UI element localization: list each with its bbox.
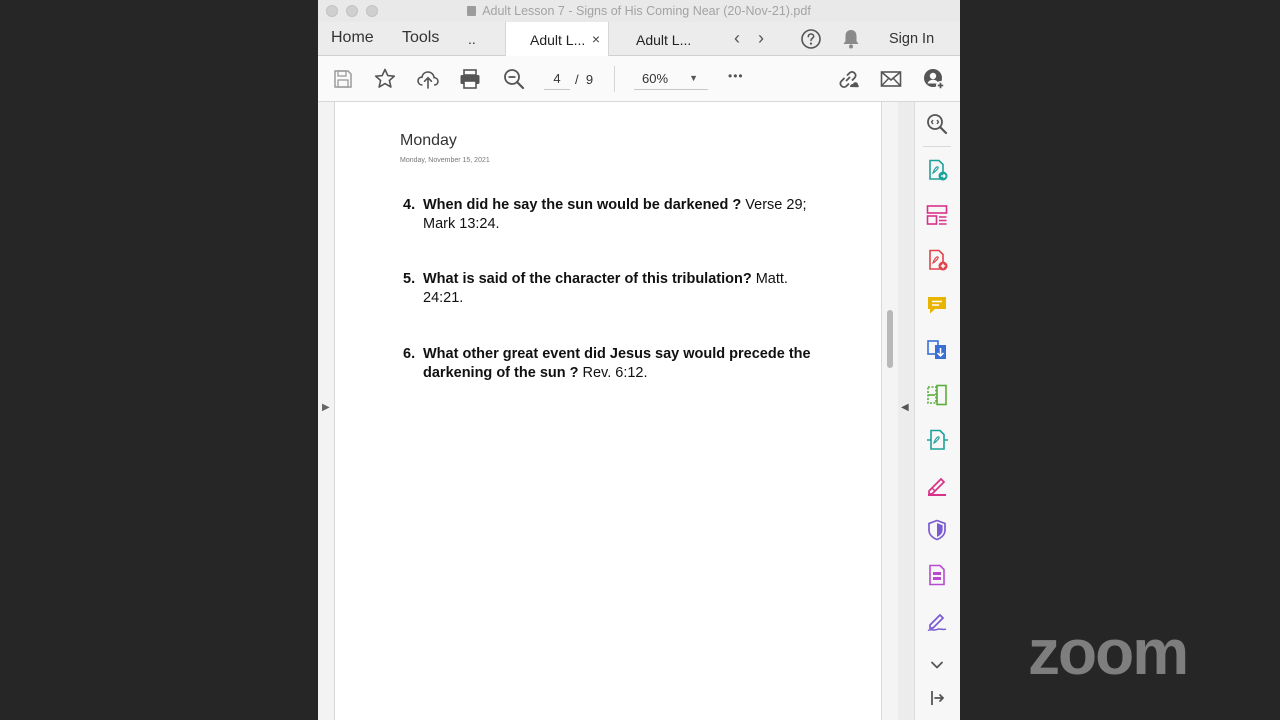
expand-left-pane-icon[interactable]: ▶	[322, 402, 330, 413]
left-panel-toggle[interactable]: ▶	[318, 102, 335, 720]
title-bar: Adult Lesson 7 - Signs of His Coming Nea…	[318, 0, 960, 22]
question-item: 5. What is said of the character of this…	[403, 270, 823, 308]
tools-tab[interactable]: Tools	[402, 29, 439, 47]
email-icon[interactable]	[879, 67, 903, 91]
question-item: 6. What other great event did Jesus say …	[403, 345, 823, 383]
document-tab-active[interactable]: Adult L... ×	[505, 22, 609, 56]
pdf-file-icon	[467, 6, 477, 16]
edit-pdf-icon[interactable]	[925, 428, 949, 452]
page-count: / 9	[575, 72, 593, 87]
organize-pages-icon[interactable]	[925, 203, 949, 227]
previous-tab-icon[interactable]: ‹	[734, 28, 740, 49]
vertical-scrollbar[interactable]	[881, 102, 898, 720]
zoom-out-icon[interactable]	[502, 67, 526, 91]
bookmark-star-icon[interactable]	[373, 67, 397, 91]
tools-pane	[914, 102, 960, 720]
zoom-logo-text: zoom	[1028, 622, 1187, 684]
sign-in-button[interactable]: Sign In	[889, 31, 934, 47]
document-tab-label: Adult L...	[636, 32, 692, 48]
export-pdf-icon[interactable]	[925, 158, 949, 182]
more-tools-icon[interactable]: •••	[728, 69, 744, 83]
compare-files-icon[interactable]	[925, 383, 949, 407]
collapse-pane-icon[interactable]	[925, 686, 949, 710]
window-title: Adult Lesson 7 - Signs of His Coming Nea…	[318, 4, 960, 18]
fill-sign-icon[interactable]	[925, 473, 949, 497]
create-pdf-icon[interactable]	[925, 248, 949, 272]
page-number-input[interactable]: 4	[544, 69, 570, 90]
search-zoom-icon[interactable]	[925, 112, 949, 136]
add-user-icon[interactable]	[922, 67, 946, 91]
question-item: 4. When did he say the sun would be dark…	[403, 196, 823, 234]
question-number: 6.	[403, 346, 416, 362]
window-title-text: Adult Lesson 7 - Signs of His Coming Nea…	[482, 4, 811, 18]
prepare-form-icon[interactable]	[925, 563, 949, 587]
chevron-down-icon: ▼	[689, 73, 698, 83]
document-area: ▶ Monday Monday, November 15, 2021 4. Wh…	[318, 102, 914, 720]
zoom-level-select[interactable]: 60% ▼	[634, 69, 708, 90]
question-number: 4.	[403, 197, 416, 213]
notification-bell-icon[interactable]	[841, 28, 861, 50]
protect-shield-icon[interactable]	[925, 518, 949, 542]
share-link-icon[interactable]	[836, 67, 860, 91]
scrollbar-thumb[interactable]	[887, 310, 893, 368]
help-icon[interactable]	[800, 28, 822, 50]
save-icon[interactable]	[331, 67, 355, 91]
question-text: What is said of the character of this tr…	[423, 271, 752, 287]
page-separator: /	[575, 72, 579, 87]
print-icon[interactable]	[458, 67, 482, 91]
collapse-right-pane-icon[interactable]: ◀	[901, 402, 909, 413]
zoom-logo: zoom	[1028, 622, 1189, 684]
zoom-level-value: 60%	[642, 71, 669, 86]
page-date: Monday, November 15, 2021	[400, 157, 490, 164]
more-tabs-button[interactable]: ..	[468, 31, 476, 47]
page-heading: Monday	[400, 132, 457, 149]
question-number: 5.	[403, 271, 416, 287]
chevron-down-icon[interactable]	[925, 653, 949, 677]
total-pages: 9	[585, 72, 594, 87]
acrobat-window: Adult Lesson 7 - Signs of His Coming Nea…	[318, 0, 960, 720]
toolbar-divider	[614, 66, 615, 92]
pdf-page: Monday Monday, November 15, 2021 4. When…	[335, 102, 881, 720]
question-reference: Rev. 6:12.	[578, 365, 648, 381]
question-text: When did he say the sun would be darkene…	[423, 197, 742, 213]
document-tab[interactable]: Adult L...	[612, 22, 716, 56]
main-toolbar: 4 / 9 60% ▼ •••	[318, 56, 960, 102]
next-tab-icon[interactable]: ›	[758, 28, 764, 49]
tab-bar: Home Tools .. Adult L... × Adult L... ‹ …	[318, 22, 960, 56]
document-tab-label: Adult L...	[530, 32, 586, 48]
right-pane-toggle[interactable]: ◀	[898, 102, 914, 720]
comment-icon[interactable]	[925, 293, 949, 317]
tools-pane-divider	[923, 146, 951, 147]
combine-files-icon[interactable]	[925, 338, 949, 362]
home-tab[interactable]: Home	[331, 29, 374, 47]
request-signature-icon[interactable]	[925, 608, 949, 632]
close-tab-icon[interactable]: ×	[592, 31, 600, 47]
upload-cloud-icon[interactable]	[416, 67, 440, 91]
